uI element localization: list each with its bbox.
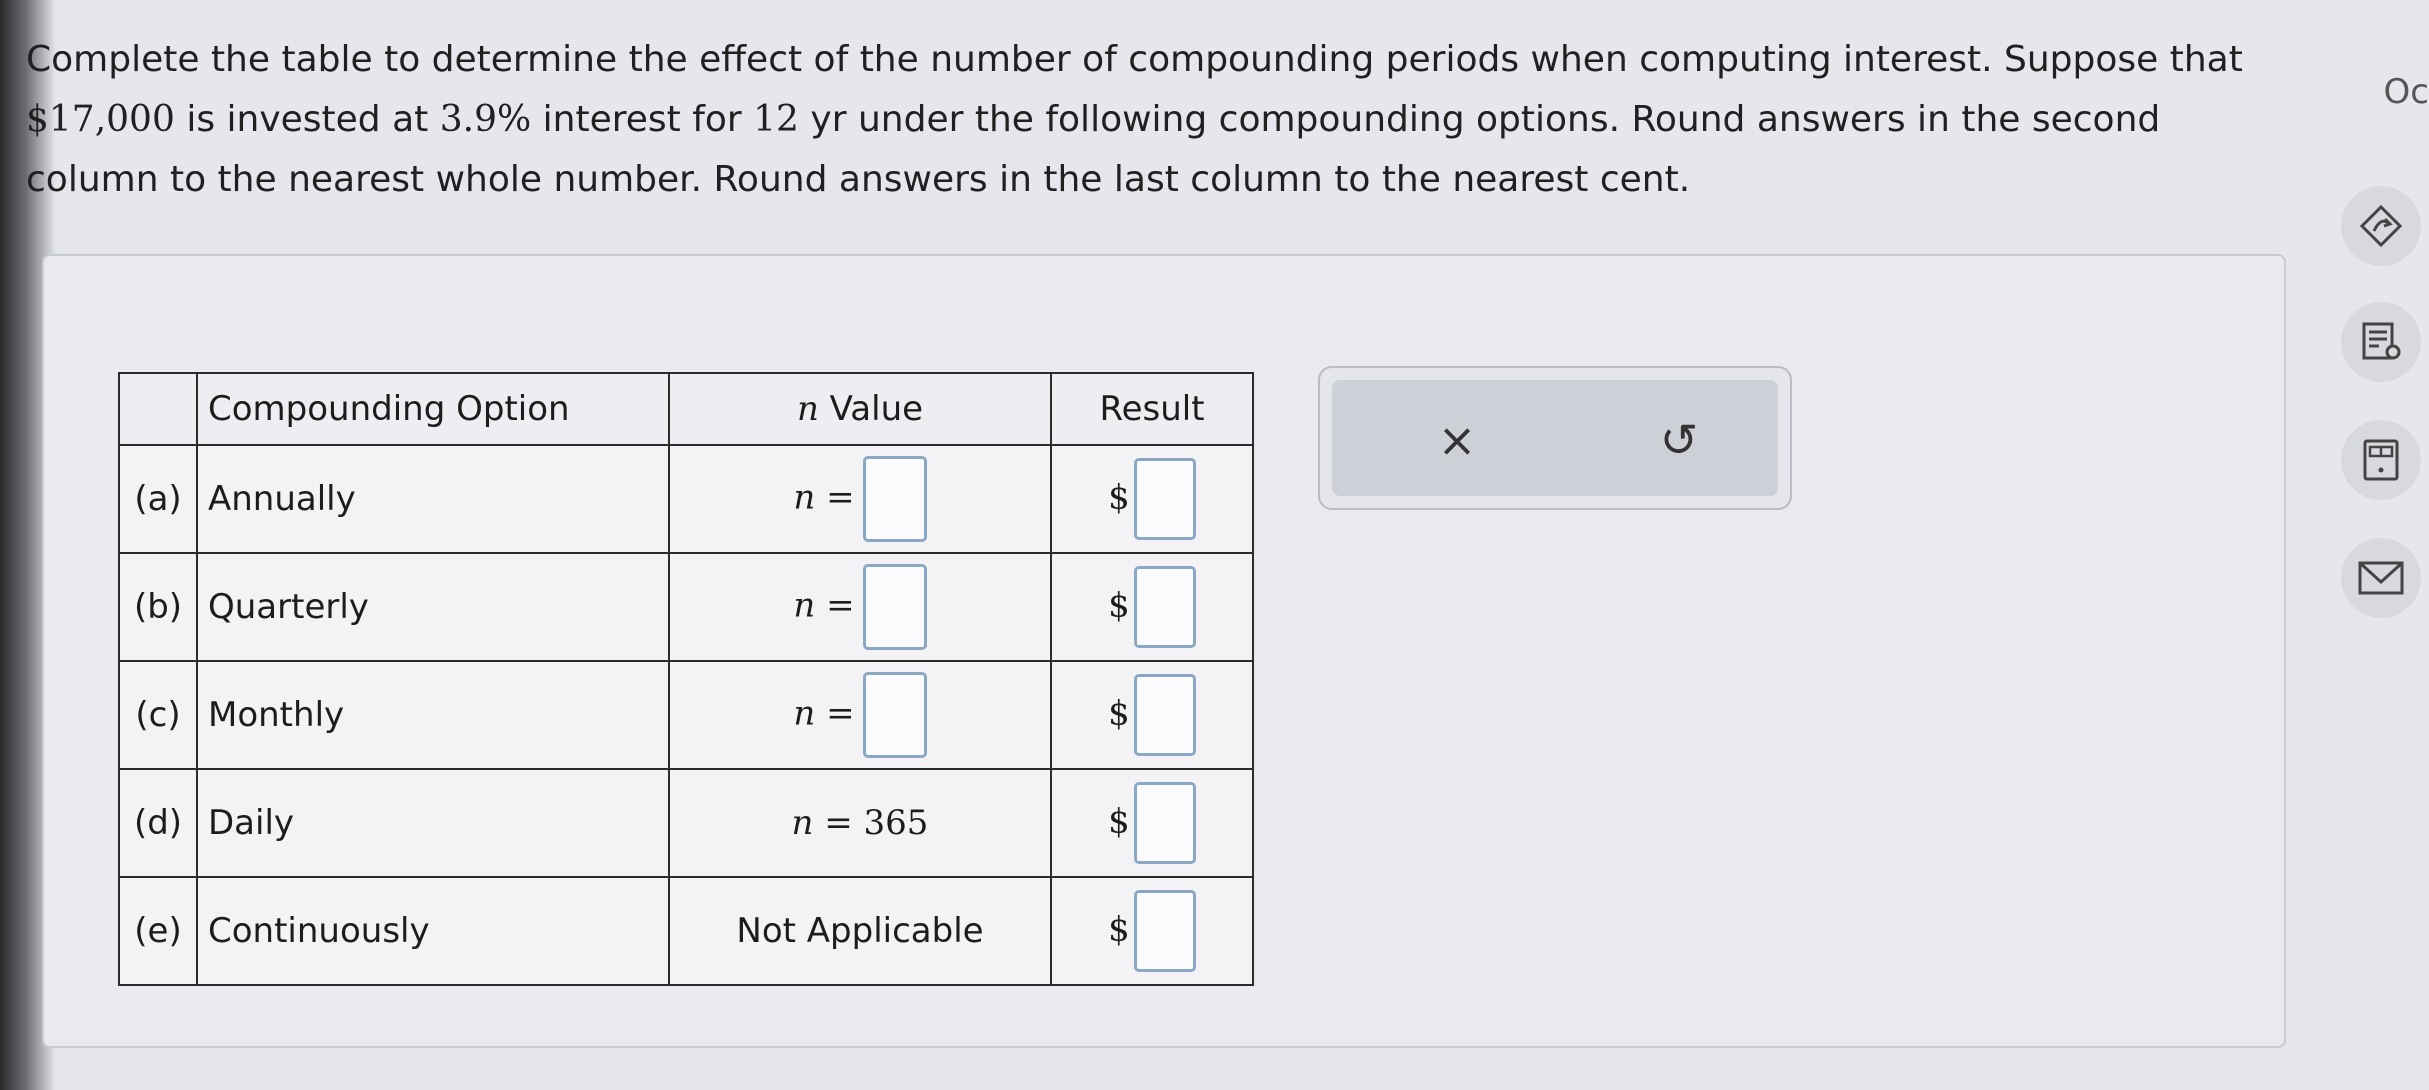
dollar-sign: $ — [1108, 477, 1130, 518]
n-equals: n = — [791, 803, 853, 843]
row-option: Daily — [196, 768, 670, 878]
row-label: (b) — [118, 552, 198, 662]
undo-icon: ↺ — [1659, 413, 1699, 467]
dollar-sign: $ — [1108, 585, 1130, 626]
dollar-sign: $ — [1108, 909, 1130, 950]
textbook-icon — [2362, 322, 2401, 360]
result-input-quarterly[interactable] — [1133, 566, 1196, 648]
table-row: (e) Continuously Not Applicable $ — [118, 876, 1254, 986]
result-cell: $ — [1050, 552, 1254, 662]
table-row: (c) Monthly n = $ — [118, 660, 1254, 770]
principal-amount: $17,000 — [26, 99, 175, 140]
calculator-icon — [2363, 439, 2399, 481]
action-toolbar-inner: × ↺ — [1332, 380, 1778, 496]
n-cell: n = 365 — [668, 768, 1052, 878]
clear-button[interactable]: × — [1425, 408, 1489, 472]
question-line-3: column to the nearest whole number. Roun… — [26, 159, 1691, 200]
n-symbol: n — [796, 389, 819, 429]
help-button[interactable] — [2341, 186, 2421, 266]
row-option: Monthly — [196, 660, 670, 770]
undo-button[interactable]: ↺ — [1647, 408, 1711, 472]
header-blank — [118, 372, 198, 446]
row-label: (a) — [118, 444, 198, 554]
result-cell: $ — [1050, 660, 1254, 770]
dollar-sign: $ — [1108, 801, 1130, 842]
table-header-row: Compounding Option n Value Result — [118, 372, 1254, 446]
row-label: (d) — [118, 768, 198, 878]
n-equals: n = — [793, 477, 855, 518]
question-help-icon — [2359, 204, 2403, 248]
row-label: (e) — [118, 876, 198, 986]
n-cell: Not Applicable — [668, 876, 1052, 986]
result-cell: $ — [1050, 876, 1254, 986]
n-equals: n = — [793, 693, 855, 734]
n-cell: n = — [668, 552, 1052, 662]
header-n-value: n Value — [668, 372, 1052, 446]
mail-icon — [2358, 561, 2404, 595]
n-cell: n = — [668, 444, 1052, 554]
header-result: Result — [1050, 372, 1254, 446]
n-input-quarterly[interactable] — [862, 564, 927, 650]
row-option: Continuously — [196, 876, 670, 986]
calculator-button[interactable] — [2341, 420, 2421, 500]
row-option: Annually — [196, 444, 670, 554]
compounding-table: Compounding Option n Value Result (a) An… — [118, 372, 1254, 986]
n-input-monthly[interactable] — [862, 672, 927, 758]
result-cell: $ — [1050, 768, 1254, 878]
row-option: Quarterly — [196, 552, 670, 662]
header-n-value-label: Value — [829, 389, 924, 429]
clear-icon: × — [1437, 413, 1477, 467]
table-row: (d) Daily n = 365 $ — [118, 768, 1254, 878]
result-cell: $ — [1050, 444, 1254, 554]
header-compounding-option: Compounding Option — [196, 372, 670, 446]
n-input-annually[interactable] — [862, 456, 927, 542]
mail-button[interactable] — [2341, 538, 2421, 618]
table-row: (b) Quarterly n = $ — [118, 552, 1254, 662]
action-toolbar: × ↺ — [1318, 366, 1792, 510]
n-value-daily: 365 — [863, 803, 929, 843]
dollar-sign: $ — [1108, 693, 1130, 734]
interest-rate: 3.9% — [439, 99, 532, 140]
question-text-part: interest for — [531, 99, 754, 140]
question-text-part: yr under the following compounding optio… — [798, 99, 2161, 140]
question-text-part: is invested at — [174, 99, 440, 140]
corner-text: Oc — [2383, 72, 2429, 112]
question-line-1: Complete the table to determine the effe… — [26, 39, 2243, 80]
result-input-monthly[interactable] — [1133, 674, 1196, 756]
result-input-daily[interactable] — [1133, 782, 1196, 864]
n-cell: n = — [668, 660, 1052, 770]
question-text: Complete the table to determine the effe… — [26, 30, 2356, 210]
years-value: 12 — [753, 99, 799, 140]
row-label: (c) — [118, 660, 198, 770]
result-input-continuously[interactable] — [1133, 890, 1196, 972]
table-row: (a) Annually n = $ — [118, 444, 1254, 554]
result-input-annually[interactable] — [1133, 458, 1196, 540]
textbook-button[interactable] — [2341, 302, 2421, 382]
n-equals: n = — [793, 585, 855, 626]
